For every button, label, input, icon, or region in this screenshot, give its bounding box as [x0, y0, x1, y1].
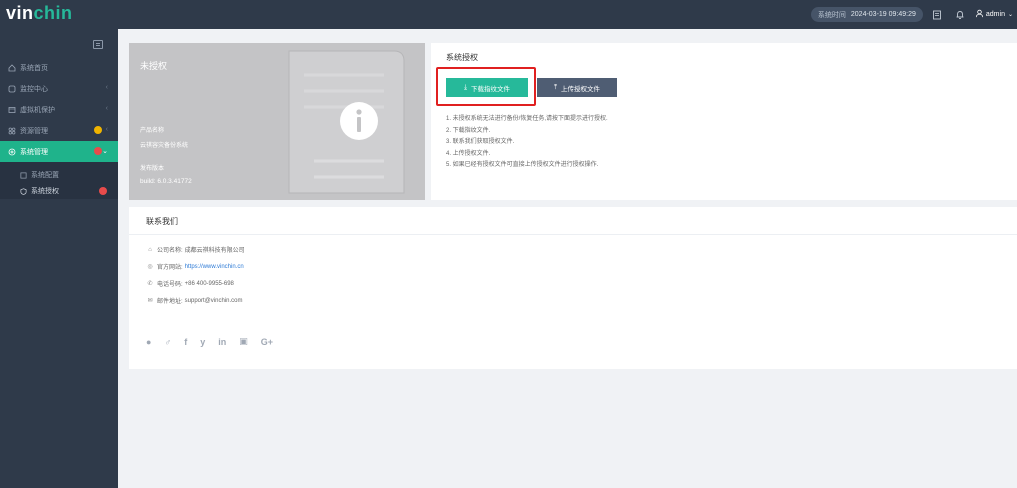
upload-button-label: 上传授权文件	[561, 85, 601, 93]
phone-value: +86 400-9955-698	[184, 280, 234, 287]
instruction-step: 1. 未授权系统无法进行备份/恢复任务,请按下面提示进行授权.	[446, 116, 608, 122]
instruction-list: 1. 未授权系统无法进行备份/恢复任务,请按下面提示进行授权. 2. 下载指纹文…	[446, 114, 608, 172]
sidebar-subitem-label: 系统配置	[31, 172, 59, 179]
home-icon: ⌂	[148, 246, 152, 253]
sidebar-item-label: 系统首页	[20, 64, 48, 72]
download-fingerprint-button[interactable]: ⤓ 下载指纹文件	[446, 78, 528, 97]
sidebar-item-label: 虚拟机保护	[20, 106, 55, 114]
download-icon: ⤓	[463, 83, 468, 91]
globe-icon: ◎	[147, 264, 153, 270]
phone-row: ✆ 电话号码: +86 400-9955-698	[146, 279, 234, 289]
website-label: 官方网站:	[157, 265, 183, 271]
phone-label: 电话号码:	[157, 282, 183, 288]
product-name-label: 产品名称	[140, 128, 165, 134]
sidebar-subitem-system-license[interactable]: 系统授权	[0, 183, 118, 199]
sidebar-item-vm-protection[interactable]: 虚拟机保护 ‹	[0, 99, 118, 120]
contact-card: 联系我们 ⌂ 公司名称: 成都云祺科技有限公司 ◎ 官方网站: https://…	[129, 207, 1017, 369]
document-icon[interactable]	[928, 6, 946, 23]
sidebar-nav: 系统首页 监控中心 ‹ 虚拟机保护 ‹ 资源管理 ‹ 系统管理 ⌄ 系统配置 系…	[0, 57, 118, 199]
facebook-icon[interactable]: f	[184, 337, 187, 347]
instruction-step: 2. 下载指纹文件.	[446, 127, 491, 134]
product-name-value: 云祺容灾备份系统	[140, 143, 189, 149]
logo[interactable]: vinchin	[6, 3, 73, 24]
email-label: 邮件地址:	[157, 299, 183, 305]
top-right-tools: 系统时间 2024-03-19 09:49:29 admin ⌄	[810, 6, 1013, 23]
email-row: ✉ 邮件地址: support@vinchin.com	[146, 296, 243, 306]
phone-icon: ✆	[147, 281, 153, 287]
monitor-icon	[7, 84, 16, 93]
sidebar-item-home[interactable]: 系统首页	[0, 57, 118, 78]
alert-badge	[94, 147, 102, 155]
sidebar-item-label: 系统管理	[20, 148, 48, 156]
upload-license-button[interactable]: ⤒ 上传授权文件	[537, 78, 617, 97]
linkedin-icon[interactable]: in	[218, 337, 226, 347]
download-button-label: 下载指纹文件	[471, 85, 511, 93]
instruction-step: 3. 联系我们获取授权文件.	[446, 139, 515, 145]
logo-suffix: chin	[33, 3, 73, 23]
company-value: 成都云祺科技有限公司	[184, 248, 245, 254]
instruction-step: 4. 上传授权文件.	[446, 150, 491, 157]
mail-icon: ✉	[147, 298, 153, 304]
chevron-left-icon: ‹	[105, 84, 108, 91]
website-row: ◎ 官方网站: https://www.vinchin.cn	[146, 262, 244, 272]
config-icon	[19, 171, 27, 179]
instruction-step: 5. 如果已经有授权文件可直接上传授权文件进行授权操作.	[446, 162, 599, 168]
top-bar: vinchin 系统时间 2024-03-19 09:49:29 admin ⌄	[0, 0, 1017, 29]
email-value: support@vinchin.com	[184, 297, 243, 304]
alert-badge	[99, 187, 107, 195]
panel-title: 系统授权	[446, 53, 478, 62]
system-time-value: 2024-03-19 09:49:29	[850, 11, 916, 18]
bell-icon[interactable]	[951, 6, 969, 23]
upload-icon: ⤒	[553, 83, 558, 91]
vm-icon	[7, 105, 16, 114]
system-time: 系统时间 2024-03-19 09:49:29	[810, 7, 923, 22]
menu-collapse-icon[interactable]	[93, 40, 103, 49]
document-watermark-icon	[288, 50, 405, 194]
sidebar-item-monitor[interactable]: 监控中心 ‹	[0, 78, 118, 99]
sidebar-item-resources[interactable]: 资源管理 ‹	[0, 120, 118, 141]
warning-badge	[94, 126, 102, 134]
user-icon	[975, 9, 984, 20]
chevron-left-icon: ‹	[105, 105, 108, 112]
gear-icon	[7, 147, 16, 156]
version-label: 发布版本	[140, 166, 165, 172]
logo-prefix: vin	[6, 3, 34, 23]
sidebar-item-label: 资源管理	[20, 127, 48, 135]
sidebar-subitem-system-config[interactable]: 系统配置	[0, 167, 118, 183]
shield-icon	[19, 187, 27, 195]
bilibili-icon[interactable]: ▣	[239, 336, 248, 347]
website-link[interactable]: https://www.vinchin.cn	[185, 264, 244, 270]
weibo-icon[interactable]: ♂	[164, 337, 171, 347]
company-label: 公司名称:	[157, 248, 183, 254]
chevron-down-icon: ⌄	[102, 148, 108, 155]
license-status: 未授权	[140, 61, 168, 71]
system-time-label: 系统时间	[817, 11, 846, 19]
divider	[129, 234, 1017, 235]
license-status-card: 未授权 产品名称 云祺容灾备份系统 发布版本 build: 6.0.3.4177…	[129, 43, 425, 200]
chevron-left-icon: ‹	[105, 126, 108, 133]
username: admin	[985, 11, 1005, 18]
user-menu[interactable]: admin ⌄	[975, 9, 1013, 20]
sidebar: 系统首页 监控中心 ‹ 虚拟机保护 ‹ 资源管理 ‹ 系统管理 ⌄ 系统配置 系…	[0, 29, 118, 488]
sidebar-subitem-label: 系统授权	[31, 188, 59, 195]
wechat-icon[interactable]: ●	[146, 337, 151, 347]
home-icon	[7, 63, 16, 72]
version-value: build: 6.0.3.41772	[140, 178, 192, 185]
social-links: ● ♂ f y in ▣ G+	[146, 336, 286, 347]
contact-title: 联系我们	[146, 217, 178, 226]
company-row: ⌂ 公司名称: 成都云祺科技有限公司	[146, 245, 245, 255]
chevron-down-icon: ⌄	[1007, 12, 1013, 18]
grid-icon	[7, 126, 16, 135]
sidebar-item-label: 监控中心	[20, 85, 48, 93]
twitter-icon[interactable]: y	[200, 337, 205, 347]
sidebar-item-system-management[interactable]: 系统管理 ⌄	[0, 141, 118, 162]
googleplus-icon[interactable]: G+	[261, 337, 273, 347]
license-panel: 系统授权 ⤓ 下载指纹文件 ⤒ 上传授权文件 1. 未授权系统无法进行备份/恢复…	[431, 43, 1017, 200]
